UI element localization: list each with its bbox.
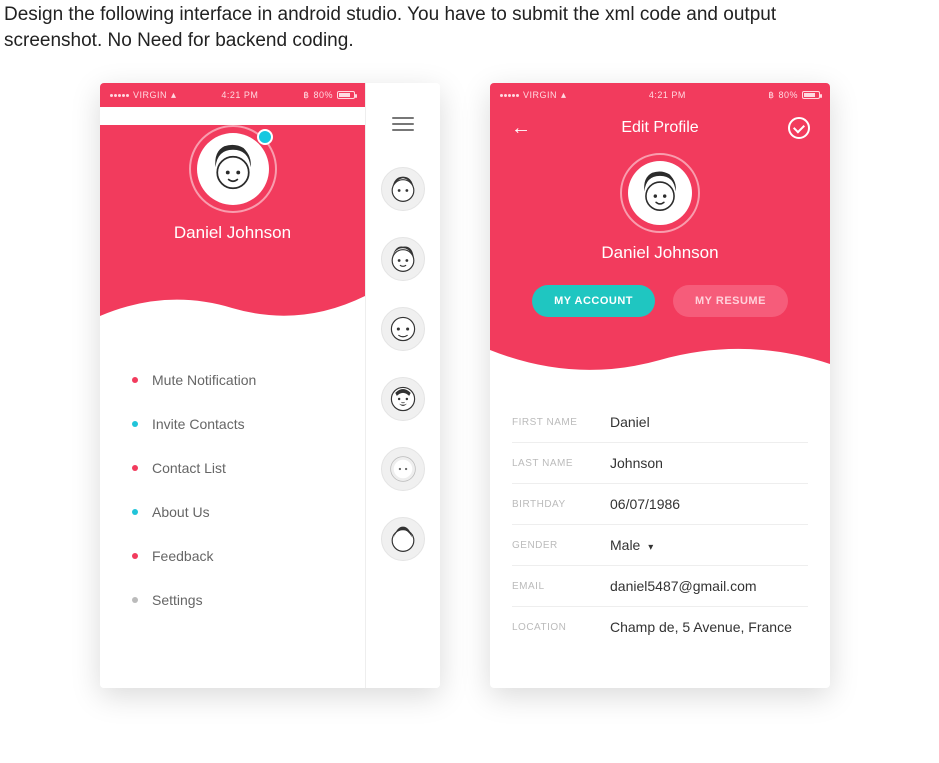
clock-label: 4:21 PM	[221, 90, 258, 100]
friend-avatar-1[interactable]	[381, 167, 425, 211]
avatar-face-icon	[205, 141, 261, 197]
field-first-name[interactable]: FIRST NAME Daniel	[512, 402, 808, 443]
carrier-label: VIRGIN	[133, 90, 167, 100]
check-circle-icon	[788, 117, 810, 139]
screens-row: VIRGIN ▴ 4:21 PM ฿ 80%	[0, 83, 939, 718]
menu-label: Settings	[152, 592, 203, 608]
field-gender[interactable]: GENDER Male ▾	[512, 525, 808, 566]
bullet-icon	[132, 553, 138, 559]
bullet-icon	[132, 421, 138, 427]
hamburger-icon[interactable]	[392, 117, 414, 131]
phone-right: VIRGIN ▴ 4:21 PM ฿ 80% ← Edit Profile	[490, 83, 830, 688]
battery-pct-label: 80%	[778, 90, 798, 100]
drawer-menu: Mute Notification Invite Contacts Contac…	[100, 328, 365, 622]
field-label: BIRTHDAY	[512, 499, 598, 510]
field-label: LOCATION	[512, 622, 598, 633]
bullet-icon	[132, 377, 138, 383]
drawer-header: Daniel Johnson	[100, 125, 365, 283]
tab-row: MY ACCOUNT MY RESUME	[490, 275, 830, 335]
avatar	[628, 161, 692, 225]
wifi-icon: ▴	[561, 90, 567, 101]
field-label: GENDER	[512, 540, 598, 551]
friend-avatar-3[interactable]	[381, 307, 425, 351]
bluetooth-icon: ฿	[303, 90, 309, 101]
tab-my-resume[interactable]: MY RESUME	[673, 285, 788, 317]
page-title: Edit Profile	[621, 119, 698, 137]
avatar-face-icon	[635, 168, 685, 218]
carrier-label: VIRGIN	[523, 90, 557, 100]
field-value: Male ▾	[610, 537, 808, 553]
bullet-icon	[132, 509, 138, 515]
menu-item-feedback[interactable]: Feedback	[132, 534, 365, 578]
instruction-line-1: Design the following interface in androi…	[4, 4, 776, 25]
bullet-icon	[132, 465, 138, 471]
confirm-button[interactable]	[784, 113, 814, 143]
profile-form: FIRST NAME Daniel LAST NAME Johnson BIRT…	[490, 380, 830, 647]
friend-avatar-2[interactable]	[381, 237, 425, 281]
app-bar: ← Edit Profile	[490, 107, 830, 143]
field-value: Daniel	[610, 414, 808, 430]
avatar-ring[interactable]	[620, 153, 700, 233]
bullet-icon	[132, 597, 138, 603]
friend-avatar-5[interactable]	[381, 447, 425, 491]
signal-icon	[500, 94, 519, 97]
field-last-name[interactable]: LAST NAME Johnson	[512, 443, 808, 484]
field-label: FIRST NAME	[512, 417, 598, 428]
status-bar: VIRGIN ▴ 4:21 PM ฿ 80%	[490, 83, 830, 107]
menu-item-contact-list[interactable]: Contact List	[132, 446, 365, 490]
menu-label: Contact List	[152, 460, 226, 476]
wave-divider	[100, 282, 365, 328]
menu-label: Feedback	[152, 548, 213, 564]
avatar	[197, 133, 269, 205]
profile-header: Daniel Johnson	[490, 143, 830, 275]
friend-avatar-6[interactable]	[381, 517, 425, 561]
status-badge	[257, 129, 273, 145]
signal-icon	[110, 94, 129, 97]
battery-icon	[802, 91, 820, 99]
field-label: EMAIL	[512, 581, 598, 592]
wave-divider	[490, 334, 830, 380]
instruction-line-2: screenshot. No Need for backend coding.	[4, 30, 354, 51]
profile-username: Daniel Johnson	[490, 243, 830, 263]
wifi-icon: ▴	[171, 90, 177, 101]
nav-drawer: VIRGIN ▴ 4:21 PM ฿ 80%	[100, 83, 365, 688]
status-bar: VIRGIN ▴ 4:21 PM ฿ 80%	[100, 83, 365, 107]
battery-pct-label: 80%	[313, 90, 333, 100]
field-value: daniel5487@gmail.com	[610, 578, 808, 594]
bluetooth-icon: ฿	[768, 90, 774, 101]
menu-item-about-us[interactable]: About Us	[132, 490, 365, 534]
avatar-ring[interactable]	[189, 125, 277, 213]
menu-label: Invite Contacts	[152, 416, 245, 432]
clock-label: 4:21 PM	[649, 90, 686, 100]
gender-value: Male	[610, 537, 640, 553]
assignment-instruction: Design the following interface in androi…	[0, 0, 939, 83]
chevron-down-icon: ▾	[648, 542, 653, 553]
field-email[interactable]: EMAIL daniel5487@gmail.com	[512, 566, 808, 607]
drawer-username: Daniel Johnson	[100, 223, 365, 243]
menu-label: About Us	[152, 504, 210, 520]
battery-icon	[337, 91, 355, 99]
menu-label: Mute Notification	[152, 372, 256, 388]
field-label: LAST NAME	[512, 458, 598, 469]
phone-left: VIRGIN ▴ 4:21 PM ฿ 80%	[100, 83, 440, 688]
field-location[interactable]: LOCATION Champ de, 5 Avenue, France	[512, 607, 808, 647]
friends-sidebar	[365, 83, 440, 688]
menu-item-mute-notification[interactable]: Mute Notification	[132, 358, 365, 402]
back-arrow-icon: ←	[511, 117, 531, 140]
field-birthday[interactable]: BIRTHDAY 06/07/1986	[512, 484, 808, 525]
tab-my-account[interactable]: MY ACCOUNT	[532, 285, 655, 317]
field-value: Johnson	[610, 455, 808, 471]
friend-avatar-4[interactable]	[381, 377, 425, 421]
menu-item-invite-contacts[interactable]: Invite Contacts	[132, 402, 365, 446]
menu-item-settings[interactable]: Settings	[132, 578, 365, 622]
field-value: 06/07/1986	[610, 496, 808, 512]
back-button[interactable]: ←	[506, 113, 536, 143]
field-value: Champ de, 5 Avenue, France	[610, 619, 808, 635]
